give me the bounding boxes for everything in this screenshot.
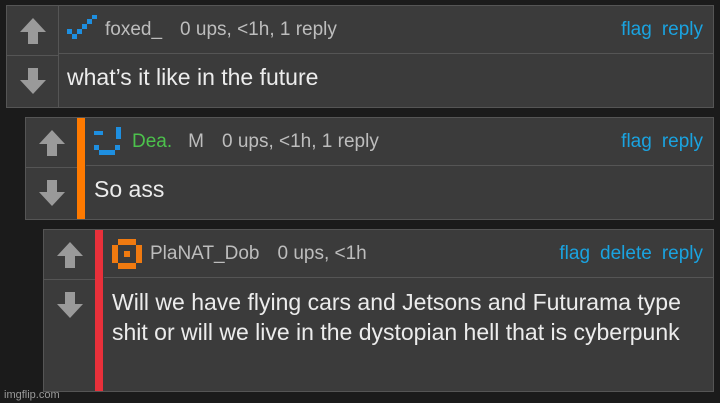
comment-stats: 0 ups, <1h, 1 reply <box>221 130 379 152</box>
comment-body: foxed_ 0 ups, <1h, 1 reply flag reply wh… <box>59 6 713 107</box>
upvote-button[interactable] <box>44 230 95 280</box>
comment-actions: flag reply <box>621 6 703 54</box>
user-avatar[interactable] <box>94 126 126 157</box>
reply-link[interactable]: reply <box>662 243 703 265</box>
comment: foxed_ 0 ups, <1h, 1 reply flag reply wh… <box>6 5 714 108</box>
down-arrow-icon <box>56 292 83 318</box>
moderator-badge: M <box>188 130 204 152</box>
down-arrow-icon <box>38 180 65 206</box>
vote-box <box>26 118 78 219</box>
up-arrow-icon <box>38 129 65 156</box>
downvote-button[interactable] <box>7 56 58 106</box>
comment-meta: PlaNAT_Dob 0 ups, <1h flag delete reply <box>104 230 713 278</box>
down-arrow-icon <box>19 68 46 94</box>
flag-link[interactable]: flag <box>559 243 590 265</box>
comment-meta: foxed_ 0 ups, <1h, 1 reply flag reply <box>59 6 713 54</box>
user-avatar[interactable] <box>112 238 144 269</box>
watermark: imgflip.com <box>4 389 60 401</box>
upvote-button[interactable] <box>7 6 58 56</box>
comment-body: PlaNAT_Dob 0 ups, <1h flag delete reply … <box>104 230 713 391</box>
upvote-button[interactable] <box>26 118 77 168</box>
username[interactable]: foxed_ <box>105 19 162 41</box>
flag-link[interactable]: flag <box>621 19 652 41</box>
flag-link[interactable]: flag <box>621 131 652 153</box>
downvote-button[interactable] <box>26 168 77 218</box>
comment-body: Dea. M 0 ups, <1h, 1 reply flag reply So… <box>86 118 713 219</box>
vote-box <box>44 230 96 391</box>
comment-actions: flag reply <box>621 118 703 166</box>
reply-link[interactable]: reply <box>662 131 703 153</box>
username[interactable]: Dea. <box>132 131 172 153</box>
vote-box <box>7 6 59 107</box>
comment-meta: Dea. M 0 ups, <1h, 1 reply flag reply <box>86 118 713 166</box>
comment-stats: 0 ups, <1h, 1 reply <box>180 18 337 40</box>
username[interactable]: PlaNAT_Dob <box>150 243 259 265</box>
reply-link[interactable]: reply <box>662 19 703 41</box>
reply-stripe <box>95 230 103 391</box>
comment-reply: Dea. M 0 ups, <1h, 1 reply flag reply So… <box>25 117 714 220</box>
up-arrow-icon <box>56 241 83 268</box>
up-arrow-icon <box>19 17 46 44</box>
delete-link[interactable]: delete <box>600 243 652 265</box>
comment-text: what’s it like in the future <box>67 64 319 90</box>
reply-stripe <box>77 118 85 219</box>
user-avatar[interactable] <box>67 14 99 45</box>
comment-text: So ass <box>94 176 165 202</box>
comment-reply: PlaNAT_Dob 0 ups, <1h flag delete reply … <box>43 229 714 392</box>
comment-actions: flag delete reply <box>559 230 703 278</box>
comment-text: Will we have flying cars and Jetsons and… <box>112 289 681 345</box>
comment-stats: 0 ups, <1h <box>277 242 367 264</box>
downvote-button[interactable] <box>44 280 95 330</box>
